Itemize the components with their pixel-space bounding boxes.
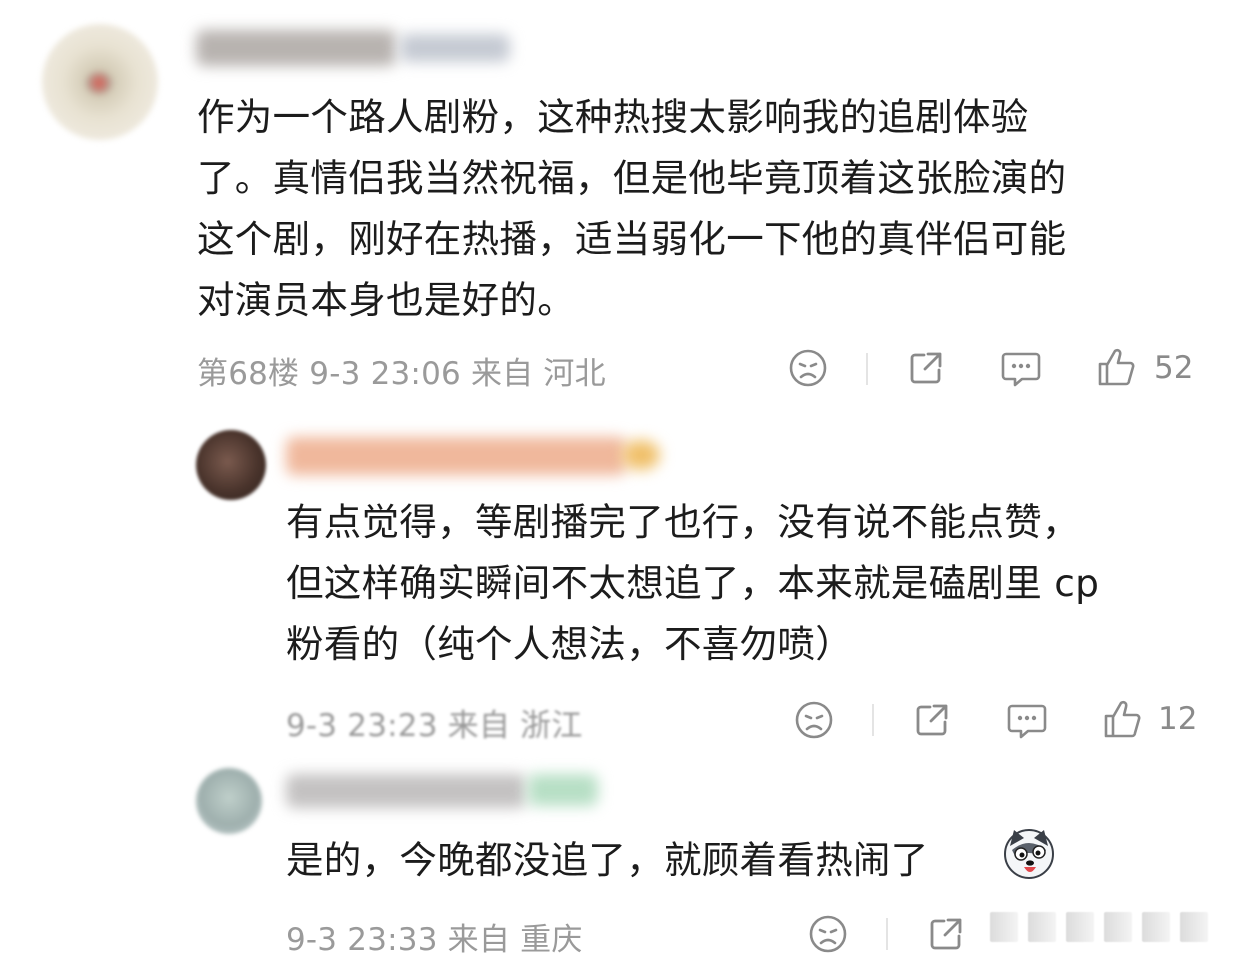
comment-bubble-icon[interactable] <box>1004 698 1050 742</box>
comment-meta: 9-3 23:33 来自 重庆 <box>286 922 583 958</box>
username-blurred[interactable] <box>286 437 626 475</box>
thumbs-up-icon[interactable] <box>1094 344 1138 390</box>
comment-line: 了。真情侣我当然祝福，但是他毕竟顶着这张脸演的 <box>197 156 1067 200</box>
comment-meta: 9-3 23:23 来自 浙江 <box>286 708 583 744</box>
username-blurred[interactable] <box>196 30 396 66</box>
comment-text: 是的，今晚都没追了，就顾着看热闹了 <box>286 830 929 891</box>
watermark-bar <box>1104 912 1132 942</box>
comment-line: 但这样确实瞬间不太想追了，本来就是磕剧里 cp <box>286 561 1100 605</box>
comment-line: 这个剧，刚好在热播，适当弱化一下他的真伴侣可能 <box>197 217 1067 261</box>
comment-text: 作为一个路人剧粉，这种热搜太影响我的追剧体验 了。真情侣我当然祝福，但是他毕竟顶… <box>197 87 1066 331</box>
share-icon[interactable] <box>924 912 968 956</box>
divider <box>886 918 888 950</box>
username-blurred[interactable] <box>286 774 526 808</box>
avatar[interactable] <box>42 24 158 140</box>
like-count: 12 <box>1158 701 1198 737</box>
comment-line: 对演员本身也是好的。 <box>197 278 575 322</box>
husky-dog-emoji-icon <box>1002 826 1056 880</box>
comment-line: 有点觉得，等剧播完了也行，没有说不能点赞， <box>286 500 1080 544</box>
watermark-bar <box>1066 912 1094 942</box>
share-icon[interactable] <box>910 698 954 742</box>
comment-line: 粉看的（纯个人想法，不喜勿喷） <box>286 622 853 666</box>
comment-text: 有点觉得，等剧播完了也行，没有说不能点赞， 但这样确实瞬间不太想追了，本来就是磕… <box>286 492 1099 675</box>
watermark-bar <box>1180 912 1208 942</box>
sad-face-icon[interactable] <box>792 698 836 742</box>
comment-line: 作为一个路人剧粉，这种热搜太影响我的追剧体验 <box>197 95 1029 139</box>
user-badge-blurred <box>400 34 510 62</box>
watermark-bar <box>1142 912 1170 942</box>
divider <box>872 704 874 736</box>
sad-face-icon[interactable] <box>786 346 830 390</box>
user-badge-blurred <box>528 774 598 806</box>
watermark-bar <box>1028 912 1056 942</box>
thumbs-up-icon[interactable] <box>1100 696 1144 742</box>
sad-face-icon[interactable] <box>806 912 850 956</box>
comment-bubble-icon[interactable] <box>998 346 1044 390</box>
avatar-detail <box>86 72 112 94</box>
comment-meta: 第68楼 9-3 23:06 来自 河北 <box>197 356 606 392</box>
user-badge-blurred <box>622 440 660 470</box>
avatar[interactable] <box>196 768 262 834</box>
share-icon[interactable] <box>904 346 948 390</box>
watermark <box>990 912 1208 942</box>
like-count: 52 <box>1154 350 1194 386</box>
avatar[interactable] <box>196 430 266 500</box>
watermark-bar <box>990 912 1018 942</box>
comment-line: 是的，今晚都没追了，就顾着看热闹了 <box>286 838 929 882</box>
divider <box>866 353 868 385</box>
